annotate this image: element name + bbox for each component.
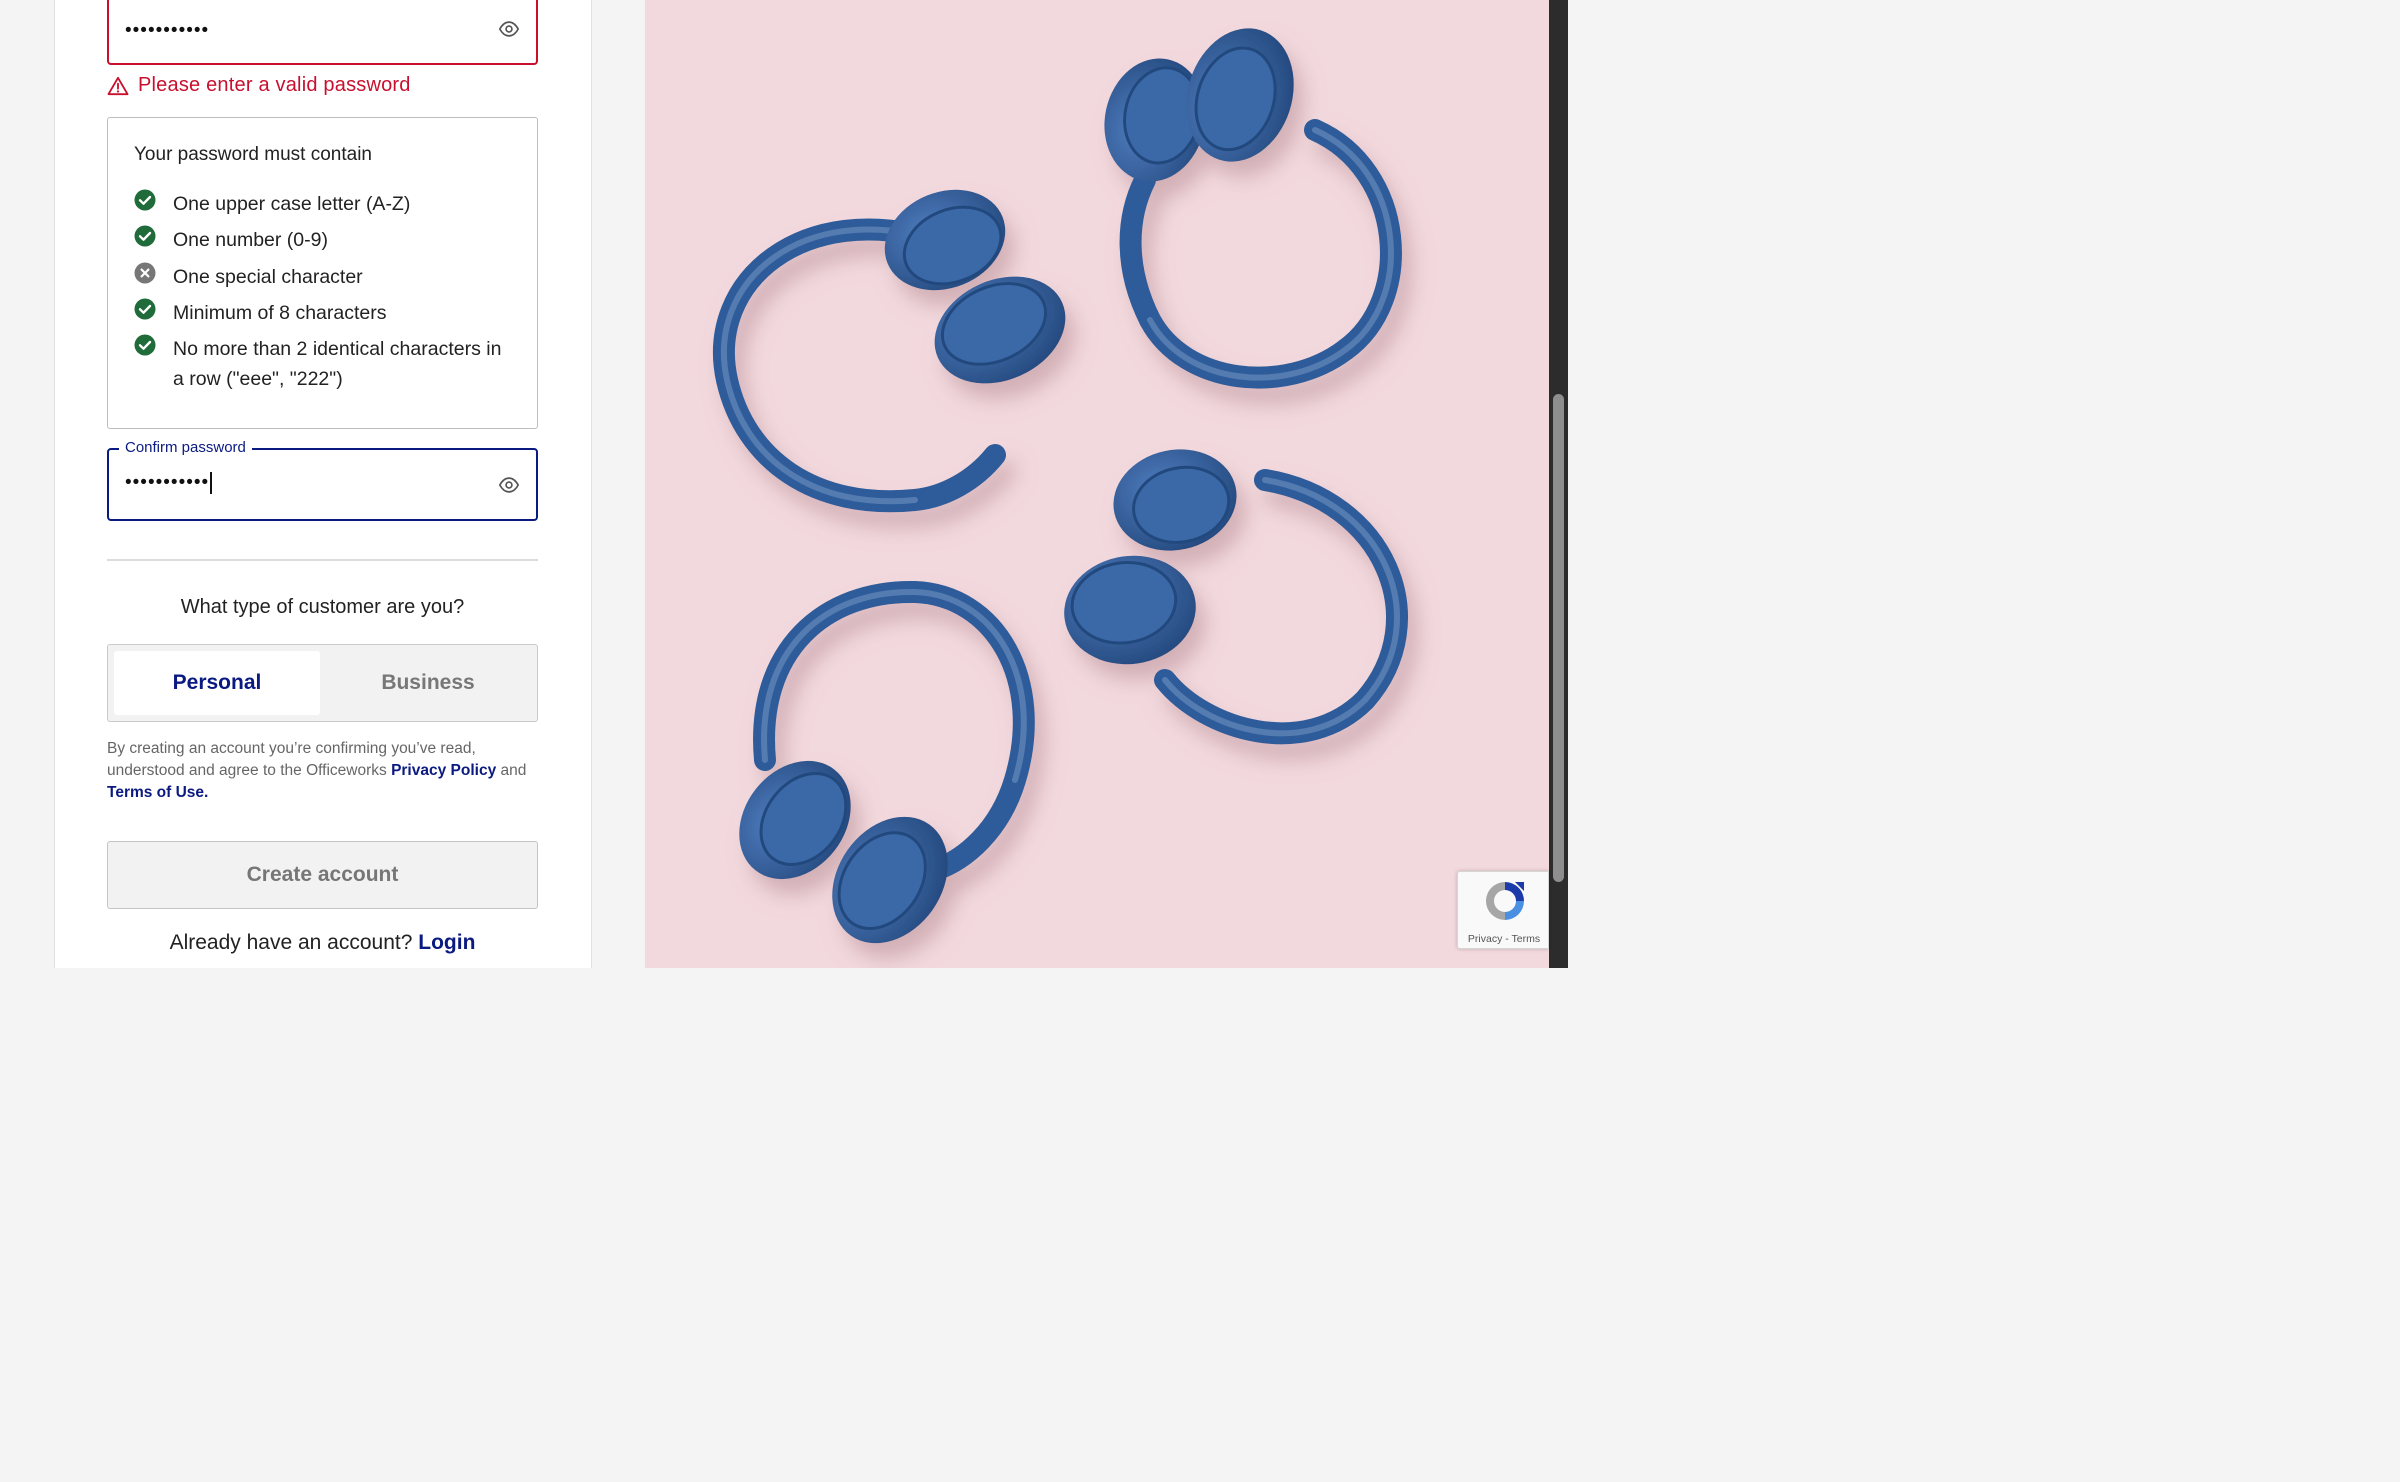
warning-triangle-icon xyxy=(107,76,129,95)
requirement-item: One number (0-9) xyxy=(134,225,513,255)
check-circle-icon xyxy=(134,189,156,211)
consent-text-middle: and xyxy=(496,762,527,779)
page-scrollbar[interactable] xyxy=(1549,0,1568,968)
page-gutter-middle xyxy=(592,0,645,968)
recaptcha-separator: - xyxy=(1502,933,1512,945)
confirm-password-input[interactable]: ••••••••••• xyxy=(125,472,213,494)
requirement-label: One special character xyxy=(173,266,363,288)
headphones-illustration xyxy=(712,28,1408,944)
check-circle-icon xyxy=(134,334,156,356)
terms-of-use-link[interactable]: Terms of Use. xyxy=(107,784,208,801)
customer-type-question: What type of customer are you? xyxy=(180,596,465,618)
confirm-password-field[interactable]: Confirm password ••••••••••• xyxy=(107,439,538,521)
text-caret xyxy=(210,472,213,494)
login-prompt-text: Already have an account? xyxy=(169,931,419,954)
page-gutter-left xyxy=(0,0,55,968)
personal-option[interactable]: Personal xyxy=(114,651,320,715)
password-error-message: Please enter a valid password xyxy=(107,74,411,97)
requirement-label: One number (0-9) xyxy=(173,229,328,251)
password-field[interactable]: ••••••••••• xyxy=(107,0,538,65)
login-link[interactable]: Login xyxy=(418,931,475,954)
headphone-top-left xyxy=(712,189,1066,513)
scrollbar-thumb[interactable] xyxy=(1553,394,1564,882)
recaptcha-privacy-link[interactable]: Privacy xyxy=(1468,933,1502,945)
check-circle-icon xyxy=(134,225,156,247)
consent-text: By creating an account you’re confirming… xyxy=(107,738,547,804)
eye-icon[interactable] xyxy=(498,18,520,40)
requirement-item: No more than 2 identical characters in a… xyxy=(134,334,513,394)
confirm-password-masked-value: ••••••••••• xyxy=(125,472,210,494)
recaptcha-logo-icon xyxy=(1486,882,1524,920)
requirement-item: One upper case letter (A-Z) xyxy=(134,189,513,219)
create-account-button[interactable]: Create account xyxy=(107,841,538,909)
recaptcha-badge[interactable]: Privacy - Terms xyxy=(1457,871,1549,949)
hero-image xyxy=(645,0,1549,968)
password-masked-value[interactable]: ••••••••••• xyxy=(125,20,209,42)
customer-type-toggle: Personal Business xyxy=(107,644,538,722)
password-error-text: Please enter a valid password xyxy=(138,74,411,96)
eye-icon[interactable] xyxy=(498,474,520,496)
privacy-policy-link[interactable]: Privacy Policy xyxy=(391,762,496,779)
business-option[interactable]: Business xyxy=(325,651,531,715)
recaptcha-links: Privacy - Terms xyxy=(1458,933,1550,945)
headphone-bottom-right xyxy=(1064,449,1408,745)
requirement-item: One special character xyxy=(134,262,513,292)
recaptcha-terms-link[interactable]: Terms xyxy=(1512,933,1541,945)
headphone-top-right xyxy=(1104,28,1402,389)
requirement-label: Minimum of 8 characters xyxy=(173,302,387,324)
requirement-label: No more than 2 identical characters in a… xyxy=(173,338,502,390)
login-prompt: Already have an account? Login xyxy=(107,931,538,955)
confirm-password-label: Confirm password xyxy=(119,439,252,456)
requirement-item: Minimum of 8 characters xyxy=(134,298,513,328)
headphone-bottom-left xyxy=(739,580,1035,944)
requirement-label: One upper case letter (A-Z) xyxy=(173,193,411,215)
check-circle-icon xyxy=(134,298,156,320)
requirements-title: Your password must contain xyxy=(134,144,372,165)
password-requirements-box: Your password must contain One upper cas… xyxy=(107,117,538,429)
signup-form-panel: ••••••••••• Please enter a valid passwor… xyxy=(55,0,592,968)
x-circle-icon xyxy=(134,262,156,284)
section-divider xyxy=(107,559,538,561)
